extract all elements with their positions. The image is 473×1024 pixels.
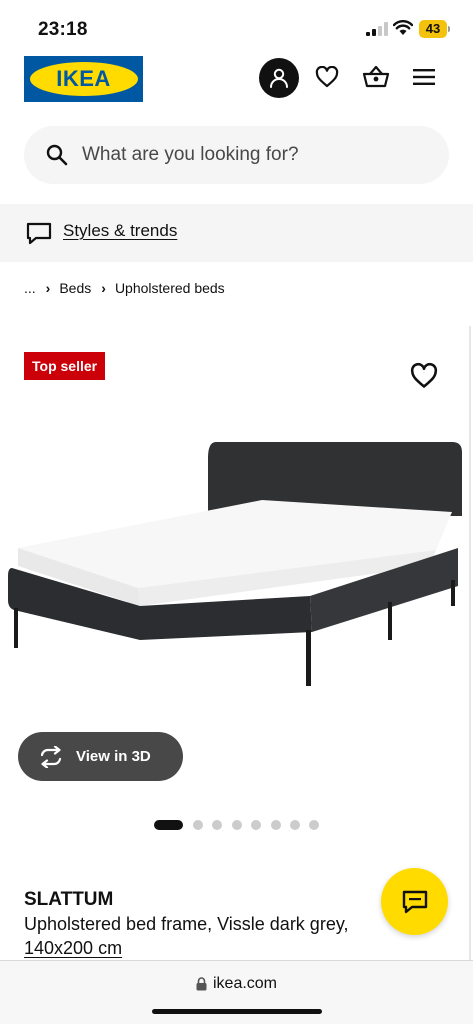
home-indicator (152, 1009, 322, 1014)
search-icon (46, 144, 68, 166)
url-display[interactable]: ikea.com (0, 975, 473, 993)
carousel-dot-3[interactable] (212, 820, 223, 830)
chat-button[interactable] (381, 868, 448, 935)
battery-icon: 43 (419, 20, 451, 38)
favourites-button[interactable] (313, 63, 341, 91)
breadcrumb-ellipsis[interactable]: ... (24, 280, 36, 296)
profile-icon (270, 68, 288, 88)
breadcrumb-separator: › (101, 280, 106, 296)
styles-trends-link[interactable]: Styles & trends (63, 221, 177, 241)
carousel-dot-1[interactable] (154, 820, 183, 830)
carousel-dot-5[interactable] (251, 820, 262, 830)
view-in-3d-button[interactable]: View in 3D (18, 732, 183, 781)
carousel-dot-7[interactable] (289, 820, 300, 830)
product-name: SLATTUM (24, 889, 114, 910)
url-text: ikea.com (212, 975, 278, 992)
carousel-edge (469, 326, 471, 1006)
chat-bubble-icon (26, 222, 52, 245)
ikea-logo[interactable]: IKEA (24, 56, 143, 102)
battery-level: 43 (425, 21, 441, 36)
search-input[interactable] (82, 126, 422, 184)
menu-button[interactable] (410, 63, 438, 91)
signal-icon (366, 22, 388, 36)
breadcrumb-item-beds[interactable]: Beds (59, 280, 91, 296)
menu-icon (413, 69, 435, 85)
status-bar: 23:18 43 (0, 0, 473, 50)
view-in-3d-label: View in 3D (76, 748, 151, 765)
heart-icon (315, 66, 339, 88)
basket-button[interactable] (361, 63, 391, 91)
status-time: 23:18 (38, 19, 88, 40)
carousel-dot-8[interactable] (309, 820, 320, 830)
breadcrumb: ... › Beds › Upholstered beds (24, 278, 225, 298)
battery-tip (448, 26, 450, 32)
product-description: Upholstered bed frame, Vissle dark grey, (24, 914, 349, 934)
logo-oval: IKEA (29, 62, 138, 96)
search-bar[interactable] (24, 126, 449, 184)
image-carousel-dots (154, 819, 329, 831)
wifi-icon (393, 20, 413, 35)
lock-icon (196, 977, 207, 991)
top-seller-badge: Top seller (24, 352, 106, 380)
product-size-link[interactable]: 140x200 cm (24, 938, 122, 959)
styles-trends-bar[interactable]: Styles & trends (0, 204, 473, 262)
breadcrumb-item-upholstered-beds[interactable]: Upholstered beds (115, 280, 225, 296)
carousel-dot-6[interactable] (270, 820, 281, 830)
basket-icon (362, 65, 390, 88)
carousel-dot-2[interactable] (193, 820, 203, 830)
rotate-3d-icon (40, 745, 62, 768)
product-image[interactable] (0, 420, 473, 710)
breadcrumb-separator: › (45, 280, 51, 296)
carousel-dot-4[interactable] (231, 820, 242, 830)
product-favourite-icon[interactable] (410, 362, 438, 390)
chat-icon (402, 890, 427, 913)
logo-text: IKEA (56, 66, 111, 91)
profile-button[interactable] (259, 58, 299, 98)
browser-address-bar[interactable]: ikea.com (0, 960, 473, 1024)
